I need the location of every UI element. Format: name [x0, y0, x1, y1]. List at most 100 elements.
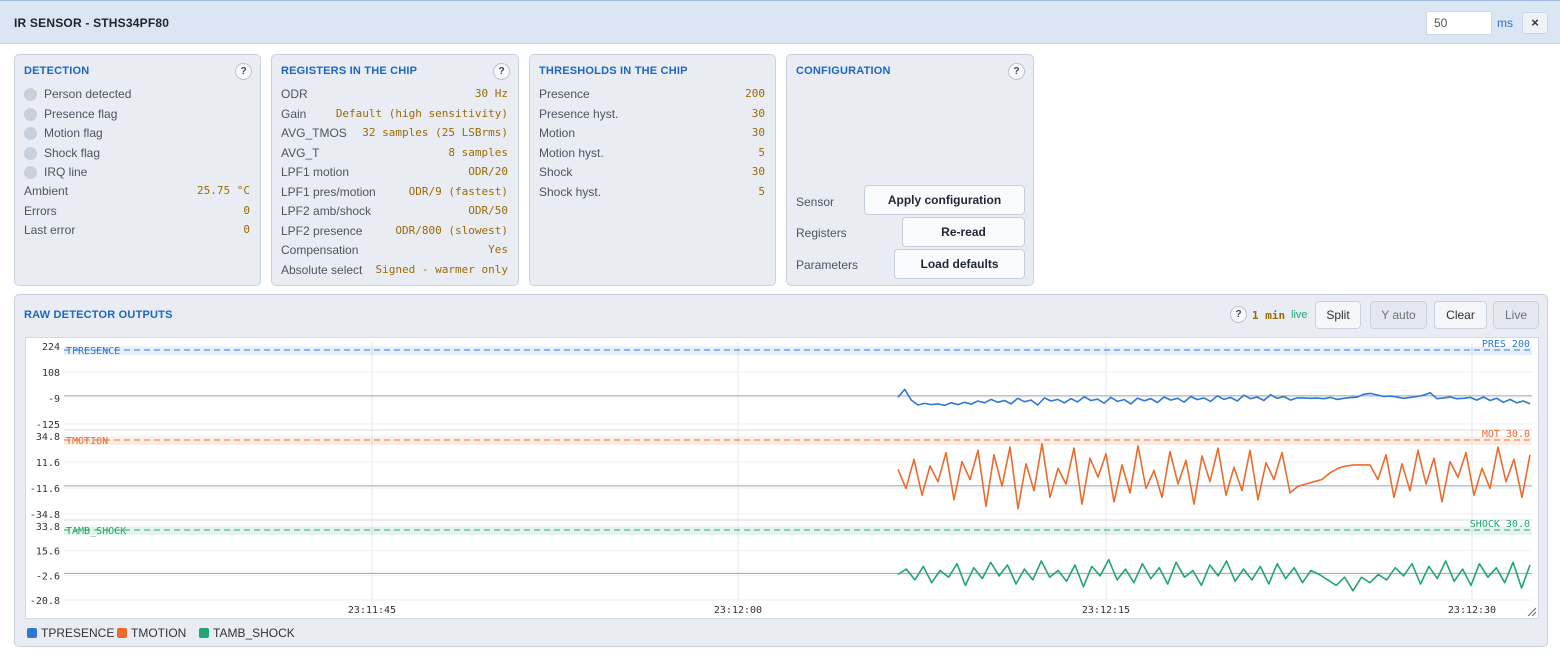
- row-label: Ambient: [24, 184, 69, 198]
- row-value: 5: [758, 184, 765, 198]
- register-row-odr: ODR 30 Hz: [281, 85, 508, 103]
- legend-shock[interactable]: TAMB_SHOCK: [199, 626, 295, 640]
- thresholds-panel: THRESHOLDS IN THE CHIP Presence 200 Presen…: [529, 54, 776, 286]
- split-button[interactable]: Split: [1315, 301, 1361, 329]
- raw-outputs-title: RAW DETECTOR OUTPUTS: [24, 309, 173, 321]
- y-tick-label: 15.6: [36, 547, 60, 558]
- reread-button[interactable]: Re-read: [902, 217, 1025, 247]
- flag-indicator-icon: [24, 146, 37, 160]
- flag-label: IRQ line: [44, 165, 88, 179]
- row-value: 30: [751, 165, 765, 178]
- legend-presence[interactable]: TPRESENCE: [27, 626, 114, 640]
- legend-motion[interactable]: TMOTION: [117, 626, 186, 640]
- row-value: ODR/9 (fastest): [408, 184, 508, 198]
- y-tick-label: -125: [36, 420, 60, 431]
- flag-indicator-icon: [24, 88, 37, 101]
- row-label: LPF1 motion: [281, 165, 350, 179]
- flag-indicator-icon: [24, 107, 37, 121]
- register-row-absolute-select: Absolute select Signed - warmer only: [281, 261, 508, 279]
- x-tick-label: 23:12:30: [1448, 605, 1496, 616]
- flag-person-detected: Person detected: [24, 85, 250, 103]
- row-label: LPF1 pres/motion: [281, 184, 376, 199]
- y-auto-button[interactable]: Y auto: [1370, 301, 1427, 329]
- legend-motion-swatch: [117, 628, 127, 638]
- detection-row-errors: Errors 0: [24, 202, 250, 220]
- clear-button[interactable]: Clear: [1434, 301, 1487, 329]
- threshold-row-presence-hyst: Presence hyst. 30: [539, 105, 765, 123]
- interval-input[interactable]: 50: [1426, 11, 1492, 35]
- row-label: Presence hyst.: [539, 106, 619, 121]
- y-tick-label: -2.6: [36, 571, 60, 582]
- sensor-label: Sensor: [796, 195, 835, 209]
- detection-panel: DETECTION ? Person detected Presence flag…: [14, 54, 261, 286]
- close-button[interactable]: ×: [1522, 12, 1548, 34]
- registers-title: REGISTERS IN THE CHIP: [281, 65, 418, 77]
- row-label: AVG_T: [281, 145, 320, 160]
- interval-unit: ms: [1497, 16, 1513, 30]
- row-value: 8 samples: [448, 145, 508, 159]
- raw-help-icon[interactable]: ?: [1230, 306, 1247, 323]
- flag-presence-flag: Presence flag: [24, 105, 250, 123]
- window-title: IR SENSOR - STHS34PF80: [14, 16, 170, 30]
- register-row-lpf1-motion: LPF1 motion ODR/20: [281, 163, 508, 181]
- live-button[interactable]: Live: [1493, 301, 1539, 329]
- detection-help-icon[interactable]: ?: [235, 63, 252, 80]
- row-label: Last error: [24, 223, 76, 237]
- legend-motion-label: TMOTION: [131, 626, 187, 640]
- threshold-label: MOT 30.0: [1482, 429, 1530, 440]
- raw-outputs-chart[interactable]: 224 108 -9 -125 TPRESENCE PRES 200 34.8 11.6 -11…: [25, 337, 1539, 619]
- threshold-row-motion-hyst: Motion hyst. 5: [539, 144, 765, 162]
- threshold-row-motion: Motion 30: [539, 124, 765, 142]
- row-value: Signed - warmer only: [375, 262, 508, 276]
- chart-svg: 224 108 -9 -125 TPRESENCE PRES 200 34.8 11.6 -11…: [30, 339, 1537, 617]
- legend-shock-swatch: [199, 628, 209, 638]
- flag-label: Presence flag: [44, 106, 118, 121]
- legend-presence-swatch: [27, 628, 37, 638]
- legend-shock-label: TAMB_SHOCK: [213, 626, 295, 640]
- configuration-panel: CONFIGURATION ? Sensor Apply configurati…: [786, 54, 1034, 286]
- window-titlebar: IR SENSOR - STHS34PF80 50 ms ×: [0, 0, 1560, 44]
- row-label: AVG_TMOS: [281, 126, 347, 140]
- y-tick-label: 108: [42, 368, 60, 379]
- threshold-label: SHOCK 30.0: [1470, 519, 1530, 530]
- row-label: Shock hyst.: [539, 184, 602, 199]
- load-defaults-button[interactable]: Load defaults: [894, 249, 1025, 279]
- flag-indicator-icon: [24, 127, 37, 140]
- apply-configuration-button[interactable]: Apply configuration: [864, 185, 1025, 215]
- row-value: 0: [243, 223, 250, 236]
- x-tick-label: 23:12:00: [714, 605, 762, 616]
- detection-title: DETECTION: [24, 65, 90, 77]
- y-tick-label: 33.8: [36, 522, 60, 533]
- register-row-compensation: Compensation Yes: [281, 241, 508, 259]
- row-value: 25.75 °C: [197, 184, 250, 197]
- threshold-label: PRES 200: [1482, 339, 1530, 350]
- row-value: 5: [758, 145, 765, 159]
- parameters-label: Parameters: [796, 258, 859, 272]
- row-label: Absolute select: [281, 262, 363, 277]
- x-tick-label: 23:12:15: [1082, 605, 1130, 616]
- flag-label: Shock flag: [44, 145, 101, 160]
- row-label: LPF2 presence: [281, 223, 363, 238]
- row-value: ODR/50: [468, 204, 508, 217]
- row-label: Presence: [539, 87, 590, 101]
- resize-grip-icon: [1531, 611, 1537, 617]
- y-tick-label: 224: [42, 342, 60, 353]
- live-status: live: [1291, 309, 1308, 321]
- lane-label: TPRESENCE: [66, 346, 120, 357]
- lane-label: TAMB_SHOCK: [66, 526, 126, 537]
- flag-label: Motion flag: [44, 126, 103, 140]
- threshold-band: [64, 527, 1532, 535]
- row-value: 200: [745, 87, 765, 100]
- row-value: 30: [751, 106, 765, 120]
- configuration-help-icon[interactable]: ?: [1008, 63, 1025, 80]
- row-value: 30: [751, 126, 765, 139]
- y-tick-label: -20.8: [30, 596, 60, 607]
- registers-help-icon[interactable]: ?: [493, 63, 510, 80]
- threshold-band: [64, 347, 1532, 355]
- y-tick-label: -9: [48, 394, 60, 405]
- row-label: Errors: [24, 203, 57, 218]
- row-label: Shock: [539, 165, 573, 179]
- resize-grip-icon: [1527, 607, 1537, 617]
- register-row-lpf2-amb-shock: LPF2 amb/shock ODR/50: [281, 202, 508, 220]
- configuration-title: CONFIGURATION: [796, 65, 891, 77]
